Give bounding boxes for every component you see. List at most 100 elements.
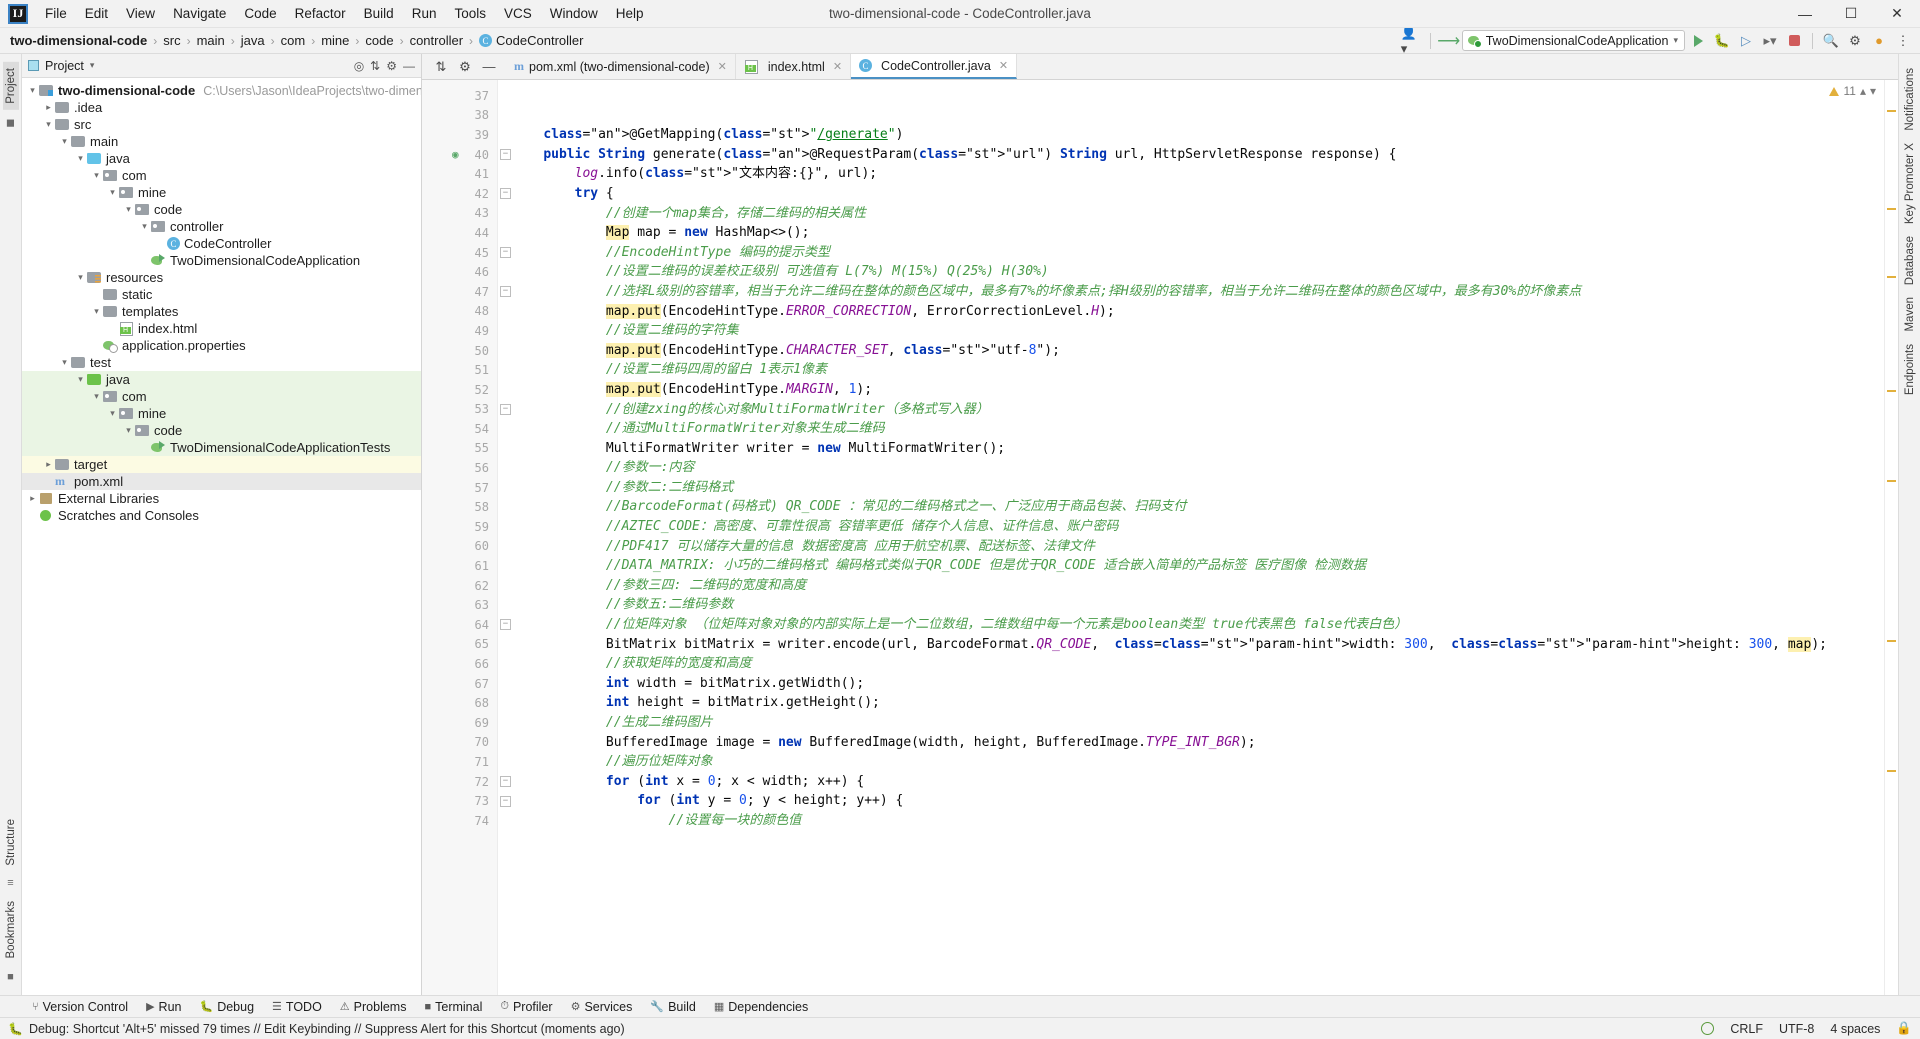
code-line-73[interactable]: for (int y = 0; y < height; y++) { <box>498 791 1884 811</box>
gutter-line-68[interactable]: 68 <box>422 693 497 713</box>
chevron-down-icon[interactable]: ▾ <box>90 60 95 71</box>
gutter-line-44[interactable]: 44 <box>422 223 497 243</box>
gutter-line-60[interactable]: 60 <box>422 537 497 557</box>
tree-node-two-dimensional-code[interactable]: ▾two-dimensional-codeC:\Users\Jason\Idea… <box>22 82 421 99</box>
chevron-down-icon[interactable]: ▾ <box>106 408 119 419</box>
tree-node-com[interactable]: ▾com <box>22 167 421 184</box>
chevron-right-icon[interactable]: ▸ <box>26 493 39 504</box>
gutter-line-56[interactable]: 56 <box>422 458 497 478</box>
tree-node-scratches-and-consoles[interactable]: Scratches and Consoles <box>22 507 421 524</box>
breadcrumb-codecontroller[interactable]: C CodeController <box>477 32 585 49</box>
code-line-57[interactable]: //参数二:二维码格式 <box>498 478 1884 498</box>
gutter-line-41[interactable]: 41 <box>422 164 497 184</box>
profile-icon[interactable]: 👤▾ <box>1401 30 1423 52</box>
code-line-71[interactable]: //遍历位矩阵对象 <box>498 752 1884 772</box>
gutter-line-64[interactable]: −64 <box>422 615 497 635</box>
gutter-line-38[interactable]: 38 <box>422 106 497 126</box>
encoding[interactable]: UTF-8 <box>1779 1022 1814 1036</box>
editor-gutter[interactable]: 373839◉−4041−424344−4546−474849505152−53… <box>422 80 498 995</box>
tree-node--idea[interactable]: ▸.idea <box>22 99 421 116</box>
tree-node-application-properties[interactable]: application.properties <box>22 337 421 354</box>
tree-node-code[interactable]: ▾code <box>22 201 421 218</box>
menu-edit[interactable]: Edit <box>76 3 117 24</box>
sidebar-tab-key-promoter[interactable]: Key Promoter X <box>1902 137 1918 230</box>
gutter-line-43[interactable]: 43 <box>422 204 497 224</box>
breadcrumb-java[interactable]: java <box>239 32 267 49</box>
gutter-line-74[interactable]: 74 <box>422 811 497 831</box>
chevron-down-icon[interactable]: ▾ <box>90 170 103 181</box>
breadcrumb-code[interactable]: code <box>363 32 395 49</box>
code-line-68[interactable]: int height = bitMatrix.getHeight(); <box>498 693 1884 713</box>
debug-icon[interactable]: 🐛 <box>1711 30 1733 52</box>
sidebar-tab-maven[interactable]: Maven <box>1902 291 1918 338</box>
code-line-64[interactable]: //位矩阵对象 （位矩阵对象对象的内部实际上是一个二位数组，二维数组中每一个元素… <box>498 615 1884 635</box>
chevron-down-icon[interactable]: ▾ <box>74 272 87 283</box>
gutter-line-61[interactable]: 61 <box>422 556 497 576</box>
tool-window-debug[interactable]: 🐛Debug <box>191 999 262 1015</box>
inspection-badge[interactable]: 11 ▴ ▾ <box>1829 84 1876 98</box>
notifications-icon[interactable]: ● <box>1868 30 1890 52</box>
gutter-line-50[interactable]: 50 <box>422 341 497 361</box>
line-separator[interactable]: CRLF <box>1730 1022 1763 1036</box>
tree-node-templates[interactable]: ▾templates <box>22 303 421 320</box>
gutter-line-71[interactable]: 71 <box>422 752 497 772</box>
code-line-37[interactable] <box>498 86 1884 106</box>
tree-node-java[interactable]: ▾java <box>22 371 421 388</box>
tree-node-static[interactable]: static <box>22 286 421 303</box>
gutter-line-48[interactable]: 48 <box>422 302 497 322</box>
stop-icon[interactable] <box>1783 30 1805 52</box>
gutter-line-67[interactable]: 67 <box>422 674 497 694</box>
menu-help[interactable]: Help <box>607 3 653 24</box>
minimize-button[interactable]: — <box>1782 0 1828 28</box>
gutter-line-63[interactable]: 63 <box>422 595 497 615</box>
gutter-line-66[interactable]: 66 <box>422 654 497 674</box>
menu-code[interactable]: Code <box>235 3 285 24</box>
chevron-down-icon[interactable]: ▾ <box>1870 84 1876 98</box>
chevron-down-icon[interactable]: ▾ <box>90 391 103 402</box>
code-line-58[interactable]: //BarcodeFormat(码格式) QR_CODE ：常见的二维码格式之一… <box>498 497 1884 517</box>
gutter-line-39[interactable]: 39 <box>422 125 497 145</box>
tree-node-twodimensionalcodeapplicationtests[interactable]: TwoDimensionalCodeApplicationTests <box>22 439 421 456</box>
tree-node-main[interactable]: ▾main <box>22 133 421 150</box>
close-icon[interactable]: ✕ <box>999 59 1008 72</box>
tree-node-resources[interactable]: ▾resources <box>22 269 421 286</box>
gutter-line-55[interactable]: 55 <box>422 439 497 459</box>
code-line-69[interactable]: //生成二维码图片 <box>498 713 1884 733</box>
menu-build[interactable]: Build <box>355 3 403 24</box>
indent-setting[interactable]: 4 spaces <box>1830 1022 1880 1036</box>
breadcrumb-com[interactable]: com <box>279 32 308 49</box>
breadcrumb-controller[interactable]: controller <box>408 32 465 49</box>
tool-window-profiler[interactable]: ⏱Profiler <box>492 999 560 1015</box>
tool-window-build[interactable]: 🔧Build <box>642 999 704 1015</box>
tool-window-services[interactable]: ⚙Services <box>563 999 641 1015</box>
gutter-line-72[interactable]: −72 <box>422 772 497 792</box>
chevron-down-icon[interactable]: ▾ <box>122 204 135 215</box>
gutter-line-69[interactable]: 69 <box>422 713 497 733</box>
more-run-options-icon[interactable]: ▸▾ <box>1759 30 1781 52</box>
tree-node-java[interactable]: ▾java <box>22 150 421 167</box>
breadcrumb-src[interactable]: src <box>161 32 182 49</box>
tree-node-pom-xml[interactable]: mpom.xml <box>22 473 421 490</box>
project-tree[interactable]: ▾two-dimensional-codeC:\Users\Jason\Idea… <box>22 78 421 995</box>
tool-window-version-control[interactable]: ⑂Version Control <box>24 999 136 1015</box>
tree-node-twodimensionalcodeapplication[interactable]: TwoDimensionalCodeApplication <box>22 252 421 269</box>
code-line-53[interactable]: //创建zxing的核心对象MultiFormatWriter（多格式写入器） <box>498 400 1884 420</box>
gear-icon[interactable]: ⚙ <box>454 56 476 78</box>
hide-icon[interactable]: — <box>478 56 500 78</box>
maximize-button[interactable]: ☐ <box>1828 0 1874 28</box>
more-options-icon[interactable]: ⋮ <box>1892 30 1914 52</box>
sidebar-tab-project[interactable]: Project <box>3 62 19 110</box>
settings-icon[interactable]: ⚙ <box>386 59 397 73</box>
editor-markers-scrollbar[interactable] <box>1884 80 1898 995</box>
menu-view[interactable]: View <box>117 3 164 24</box>
gutter-line-49[interactable]: 49 <box>422 321 497 341</box>
breadcrumb-project[interactable]: two-dimensional-code <box>8 32 149 49</box>
tree-node-com[interactable]: ▾com <box>22 388 421 405</box>
gutter-line-58[interactable]: 58 <box>422 497 497 517</box>
code-content[interactable]: class="an">@GetMapping(class="st">"/gene… <box>498 80 1884 995</box>
locate-icon[interactable]: ◎ <box>354 59 364 73</box>
chevron-down-icon[interactable]: ▾ <box>26 85 39 96</box>
chevron-down-icon[interactable]: ▾ <box>106 187 119 198</box>
globe-icon[interactable] <box>1701 1022 1714 1035</box>
gutter-line-57[interactable]: 57 <box>422 478 497 498</box>
